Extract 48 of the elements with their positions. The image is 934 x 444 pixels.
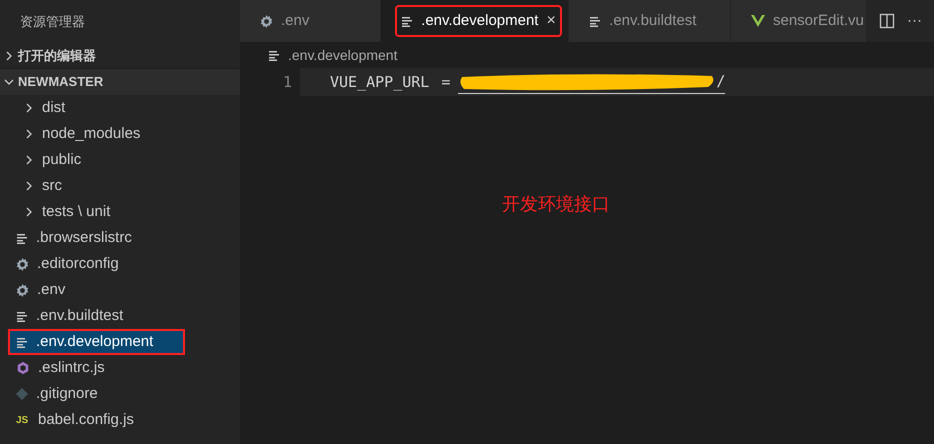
chevron-icon <box>24 103 34 113</box>
chevron-icon <box>24 207 34 217</box>
editor-tab[interactable]: .env.buildtest <box>569 0 731 42</box>
lines-icon <box>16 310 28 322</box>
tree-item[interactable]: tests \ unit <box>0 199 240 225</box>
tree-item[interactable]: .env.development <box>8 329 185 355</box>
tree-item[interactable]: .eslintrc.js <box>0 355 240 381</box>
tree-item[interactable]: .env <box>0 277 240 303</box>
editor-tab[interactable]: .env.development × <box>381 0 570 42</box>
chevron-icon <box>24 181 34 191</box>
lines-icon <box>589 15 602 27</box>
chevron-icon <box>4 50 14 60</box>
code-operator: = <box>441 72 450 93</box>
tree-item[interactable]: node_modules <box>0 121 240 147</box>
lines-icon <box>16 232 28 244</box>
more-actions-button[interactable]: ··· <box>907 10 922 32</box>
tree-item[interactable]: public <box>0 147 240 173</box>
code-key: VUE_APP_URL <box>330 70 430 94</box>
sidebar-title: 资源管理器 <box>20 12 85 31</box>
gear-icon <box>260 14 273 28</box>
tree-item[interactable]: .gitignore <box>0 381 240 407</box>
editor-tab[interactable]: .env <box>240 0 382 42</box>
chevron-icon <box>24 129 34 139</box>
close-icon[interactable]: × <box>546 9 556 33</box>
tree-item[interactable]: .env.buildtest <box>0 303 240 329</box>
gear-icon <box>16 258 29 270</box>
tree-item[interactable]: JS babel.config.js <box>0 407 240 433</box>
annotation-text: 开发环境接口 <box>502 194 610 214</box>
section-header[interactable]: NEWMASTER <box>0 69 240 95</box>
gear-icon <box>16 284 29 296</box>
tree-item[interactable]: dist <box>0 95 240 121</box>
editor-tab[interactable]: sensorEdit.vu <box>731 0 867 42</box>
lines-icon <box>16 336 28 348</box>
chevron-icon <box>4 77 14 87</box>
breadcrumb[interactable]: .env.development <box>288 44 398 66</box>
lines-icon <box>401 15 414 27</box>
tree-item[interactable]: .editorconfig <box>0 251 240 277</box>
tree-item[interactable]: src <box>0 173 240 199</box>
code-value: / <box>716 71 726 92</box>
lines-icon <box>268 49 280 61</box>
tree-item[interactable]: .browserslistrc <box>0 225 240 251</box>
chevron-icon <box>24 155 34 165</box>
split-editor-icon[interactable] <box>879 13 895 29</box>
hexagon-icon <box>16 361 30 375</box>
vue-icon <box>751 15 765 27</box>
line-number: 1 <box>282 72 293 93</box>
diamond-icon <box>16 388 28 400</box>
js-label: JS <box>16 414 30 428</box>
